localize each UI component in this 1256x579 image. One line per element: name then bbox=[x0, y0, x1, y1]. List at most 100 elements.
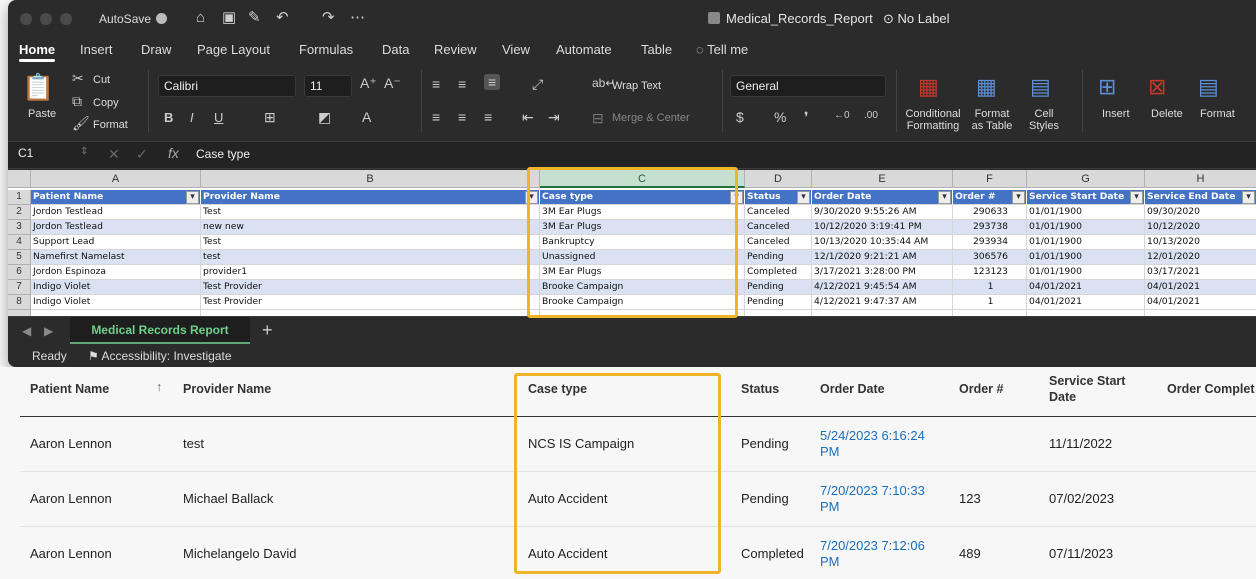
table-cell[interactable]: 3/17/2021 3:28:00 PM bbox=[812, 265, 953, 280]
minimize-window-icon[interactable] bbox=[40, 13, 52, 25]
column-header-f[interactable]: F bbox=[953, 170, 1027, 188]
column-header-order-number[interactable]: Order # bbox=[959, 381, 1003, 397]
tab-tell-me[interactable]: ◌ Tell me bbox=[696, 42, 748, 57]
column-header-b[interactable]: B bbox=[201, 170, 540, 188]
table-header-cell[interactable]: Patient Name bbox=[31, 190, 201, 205]
add-sheet-button[interactable]: + bbox=[262, 320, 273, 341]
cancel-edit-icon[interactable]: ✕ bbox=[108, 146, 120, 163]
formula-input[interactable]: Case type bbox=[196, 147, 250, 161]
autosave-toggle[interactable] bbox=[156, 13, 167, 24]
save-icon[interactable]: ▣ bbox=[222, 9, 236, 27]
format-painter-icon[interactable]: 🖌 bbox=[72, 115, 90, 132]
table-cell[interactable]: Support Lead bbox=[31, 235, 201, 250]
table-cell[interactable]: Test bbox=[201, 235, 540, 250]
table-cell[interactable]: 09/30/2020 bbox=[1145, 205, 1256, 220]
close-window-icon[interactable] bbox=[20, 13, 32, 25]
table-cell[interactable]: 10/12/2020 bbox=[1145, 220, 1256, 235]
table-cell[interactable]: Completed bbox=[745, 265, 812, 280]
table-cell[interactable]: 293738 bbox=[953, 220, 1027, 235]
underline-icon[interactable]: U bbox=[214, 110, 223, 125]
table-header-cell[interactable]: Service End Date bbox=[1145, 190, 1256, 205]
table-cell[interactable]: Indigo Violet bbox=[31, 295, 201, 310]
tab-page-layout[interactable]: Page Layout bbox=[197, 42, 270, 57]
orientation-icon[interactable]: ⤢ bbox=[532, 76, 543, 93]
align-top-icon[interactable]: ≡ bbox=[432, 76, 440, 92]
delete-cells-label[interactable]: Delete bbox=[1151, 108, 1183, 120]
order-date-link[interactable]: 7/20/2023 7:10:33 PM bbox=[820, 483, 936, 515]
tab-data[interactable]: Data bbox=[382, 42, 409, 57]
table-cell[interactable]: 10/13/2020 bbox=[1145, 235, 1256, 250]
table-header-cell[interactable]: Order Date bbox=[812, 190, 953, 205]
column-header-order-date[interactable]: Order Date bbox=[820, 381, 885, 397]
currency-icon[interactable]: $ bbox=[736, 109, 744, 125]
undo-icon[interactable]: ↶ bbox=[276, 9, 289, 27]
table-cell[interactable]: new new bbox=[201, 220, 540, 235]
format-as-table-icon[interactable]: ▦ bbox=[976, 74, 997, 100]
table-cell[interactable]: 04/01/2021 bbox=[1027, 280, 1145, 295]
increase-decimal-icon[interactable]: ←0 bbox=[834, 110, 850, 121]
font-name-select[interactable]: Calibri bbox=[158, 75, 296, 97]
insert-cells-label[interactable]: Insert bbox=[1102, 108, 1130, 120]
confirm-edit-icon[interactable]: ✓ bbox=[136, 146, 148, 163]
align-bottom-icon[interactable]: ≡ bbox=[484, 74, 501, 90]
row-header-4[interactable]: 4 bbox=[8, 235, 31, 250]
column-header-provider-name[interactable]: Provider Name bbox=[183, 381, 271, 397]
column-header-service-start-date[interactable]: Service Start Date bbox=[1049, 373, 1145, 405]
table-cell[interactable]: Test bbox=[201, 205, 540, 220]
row-header-3[interactable]: 3 bbox=[8, 220, 31, 235]
more-icon[interactable]: ⋯ bbox=[350, 9, 365, 27]
table-header-cell[interactable]: Order # bbox=[953, 190, 1027, 205]
table-cell[interactable]: Jordon Espinoza bbox=[31, 265, 201, 280]
table-cell[interactable]: Canceled bbox=[745, 220, 812, 235]
bold-icon[interactable]: B bbox=[164, 110, 173, 125]
font-size-select[interactable]: 11 bbox=[304, 75, 352, 97]
order-date-link[interactable]: 5/24/2023 6:16:24 PM bbox=[820, 428, 936, 460]
decrease-indent-icon[interactable]: ⇤ bbox=[522, 109, 534, 126]
table-cell[interactable]: Canceled bbox=[745, 235, 812, 250]
percent-icon[interactable]: % bbox=[774, 109, 786, 125]
column-header-order-complete[interactable]: Order Complet bbox=[1167, 381, 1255, 397]
tab-table[interactable]: Table bbox=[641, 42, 672, 57]
table-cell[interactable]: 9/30/2020 9:55:26 AM bbox=[812, 205, 953, 220]
column-header-h[interactable]: H bbox=[1145, 170, 1256, 188]
conditional-formatting-label[interactable]: Conditional Formatting bbox=[902, 108, 964, 132]
table-cell[interactable]: Canceled bbox=[745, 205, 812, 220]
align-middle-icon[interactable]: ≡ bbox=[458, 76, 466, 92]
row-header-5[interactable]: 5 bbox=[8, 250, 31, 265]
row-header-8[interactable]: 8 bbox=[8, 295, 31, 310]
format-painter-label[interactable]: Format bbox=[93, 119, 128, 131]
paste-label[interactable]: Paste bbox=[28, 108, 56, 120]
table-cell[interactable]: 01/01/1900 bbox=[1027, 250, 1145, 265]
font-color-icon[interactable]: A bbox=[362, 109, 371, 125]
table-cell[interactable]: 12/1/2020 9:21:21 AM bbox=[812, 250, 953, 265]
redo-icon[interactable]: ↷ bbox=[322, 9, 335, 27]
order-date-link[interactable]: 7/20/2023 7:12:06 PM bbox=[820, 538, 936, 570]
row-header-7[interactable]: 7 bbox=[8, 280, 31, 295]
table-cell[interactable]: 123123 bbox=[953, 265, 1027, 280]
accessibility-status[interactable]: ⚑ Accessibility: Investigate bbox=[88, 349, 232, 363]
tab-automate[interactable]: Automate bbox=[556, 42, 612, 57]
table-cell[interactable]: Pending bbox=[745, 280, 812, 295]
column-header-e[interactable]: E bbox=[812, 170, 953, 188]
table-cell[interactable]: 293934 bbox=[953, 235, 1027, 250]
row-header-6[interactable]: 6 bbox=[8, 265, 31, 280]
table-cell[interactable]: 10/12/2020 3:19:41 PM bbox=[812, 220, 953, 235]
table-cell[interactable]: Jordon Testlead bbox=[31, 220, 201, 235]
table-cell[interactable]: 10/13/2020 10:35:44 AM bbox=[812, 235, 953, 250]
cut-label[interactable]: Cut bbox=[93, 74, 110, 86]
align-left-icon[interactable]: ≡ bbox=[432, 109, 440, 125]
cell-styles-label[interactable]: Cell Styles bbox=[1024, 108, 1064, 132]
name-box[interactable]: C1 bbox=[18, 146, 33, 160]
table-cell[interactable]: test bbox=[201, 250, 540, 265]
home-icon[interactable]: ⌂ bbox=[196, 9, 205, 27]
table-cell[interactable]: 03/17/2021 bbox=[1145, 265, 1256, 280]
table-cell[interactable]: 1 bbox=[953, 280, 1027, 295]
next-sheet-icon[interactable]: ▶ bbox=[44, 324, 53, 338]
decrease-font-size-icon[interactable]: A⁻ bbox=[384, 75, 401, 92]
cell-styles-icon[interactable]: ▤ bbox=[1030, 74, 1051, 100]
fill-color-icon[interactable]: ◩ bbox=[318, 109, 331, 126]
delete-cells-icon[interactable]: ⊠ bbox=[1148, 74, 1166, 100]
column-header-g[interactable]: G bbox=[1027, 170, 1145, 188]
tab-formulas[interactable]: Formulas bbox=[299, 42, 353, 57]
tab-review[interactable]: Review bbox=[434, 42, 477, 57]
